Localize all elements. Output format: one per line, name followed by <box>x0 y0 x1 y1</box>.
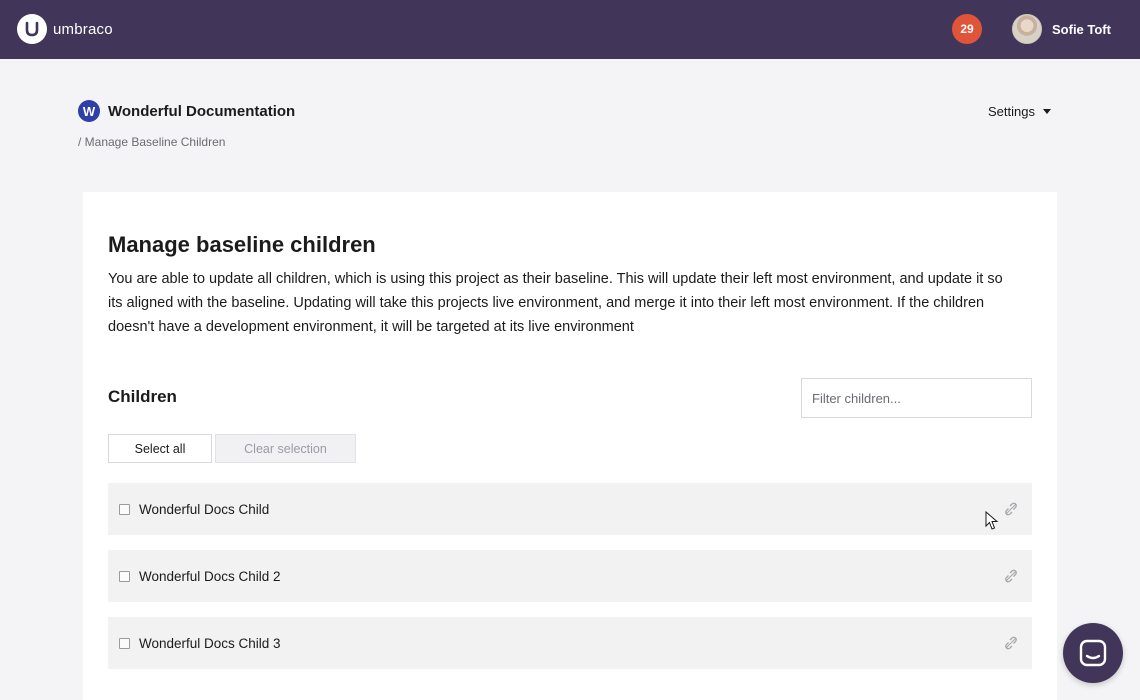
settings-dropdown[interactable]: Settings <box>988 104 1051 119</box>
child-row[interactable]: Wonderful Docs Child 2 <box>108 550 1032 602</box>
top-bar: umbraco 29 Sofie Toft <box>0 0 1140 59</box>
project-name[interactable]: Wonderful Documentation <box>108 103 295 120</box>
child-label: Wonderful Docs Child 3 <box>139 635 281 651</box>
child-row[interactable]: Wonderful Docs Child 3 <box>108 617 1032 669</box>
filter-children-input[interactable] <box>801 378 1032 418</box>
select-all-button[interactable]: Select all <box>108 434 212 463</box>
unlinked-chain-icon[interactable] <box>1004 636 1018 650</box>
umbraco-logo-icon <box>17 14 47 44</box>
page-title: Manage baseline children <box>108 232 376 257</box>
user-name: Sofie Toft <box>1052 21 1111 37</box>
children-heading: Children <box>108 387 177 406</box>
mouse-cursor-icon <box>985 511 999 530</box>
project-badge: W <box>78 100 100 122</box>
user-menu[interactable]: Sofie Toft <box>1012 14 1111 44</box>
clear-selection-button[interactable]: Clear selection <box>215 434 356 463</box>
manage-children-card: Manage baseline children You are able to… <box>83 192 1057 700</box>
notification-badge[interactable]: 29 <box>952 14 982 44</box>
child-label: Wonderful Docs Child 2 <box>139 568 281 584</box>
caret-down-icon <box>1042 109 1051 114</box>
child-checkbox[interactable] <box>119 503 130 515</box>
settings-label: Settings <box>988 104 1035 119</box>
page-description: You are able to update all children, whi… <box>108 271 1003 335</box>
logo-text: umbraco <box>53 20 113 38</box>
child-checkbox[interactable] <box>119 570 130 582</box>
unlinked-chain-icon[interactable] <box>1004 502 1018 516</box>
umbraco-logo[interactable]: umbraco <box>17 14 113 44</box>
breadcrumb: / Manage Baseline Children <box>78 135 226 149</box>
project-header: W Wonderful Documentation <box>78 100 295 122</box>
chat-button[interactable] <box>1063 623 1123 683</box>
child-label: Wonderful Docs Child <box>139 501 270 517</box>
chat-icon <box>1079 639 1107 667</box>
child-checkbox[interactable] <box>119 637 130 649</box>
avatar <box>1012 14 1042 44</box>
unlinked-chain-icon[interactable] <box>1004 569 1018 583</box>
child-row[interactable]: Wonderful Docs Child <box>108 483 1032 535</box>
